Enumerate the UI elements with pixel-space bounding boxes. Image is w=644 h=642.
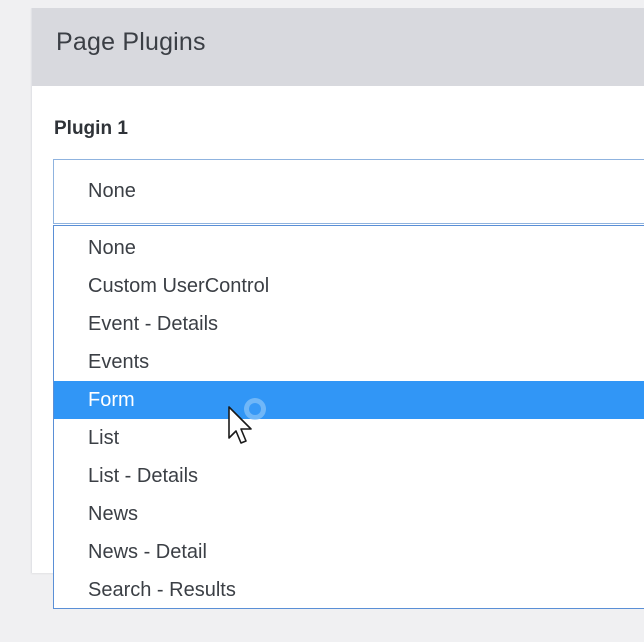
dropdown-option-event-details[interactable]: Event - Details xyxy=(54,305,644,343)
plugin-1-select[interactable]: None xyxy=(53,159,644,224)
dropdown-option-search-results[interactable]: Search - Results xyxy=(54,571,644,609)
panel-title: Page Plugins xyxy=(56,28,206,56)
plugin-1-label: Plugin 1 xyxy=(54,118,128,139)
dropdown-option-events[interactable]: Events xyxy=(54,343,644,381)
dropdown-option-list-details[interactable]: List - Details xyxy=(54,457,644,495)
dropdown-option-list[interactable]: List xyxy=(54,419,644,457)
plugin-1-dropdown-list: None Custom UserControl Event - Details … xyxy=(53,225,644,609)
dropdown-option-custom-usercontrol[interactable]: Custom UserControl xyxy=(54,267,644,305)
panel-header: Page Plugins xyxy=(32,8,644,86)
dropdown-option-none[interactable]: None xyxy=(54,229,644,267)
plugin-1-selected-value: None xyxy=(88,180,136,202)
dropdown-option-news-detail[interactable]: News - Detail xyxy=(54,533,644,571)
dropdown-option-form[interactable]: Form xyxy=(54,381,644,419)
dropdown-option-news[interactable]: News xyxy=(54,495,644,533)
